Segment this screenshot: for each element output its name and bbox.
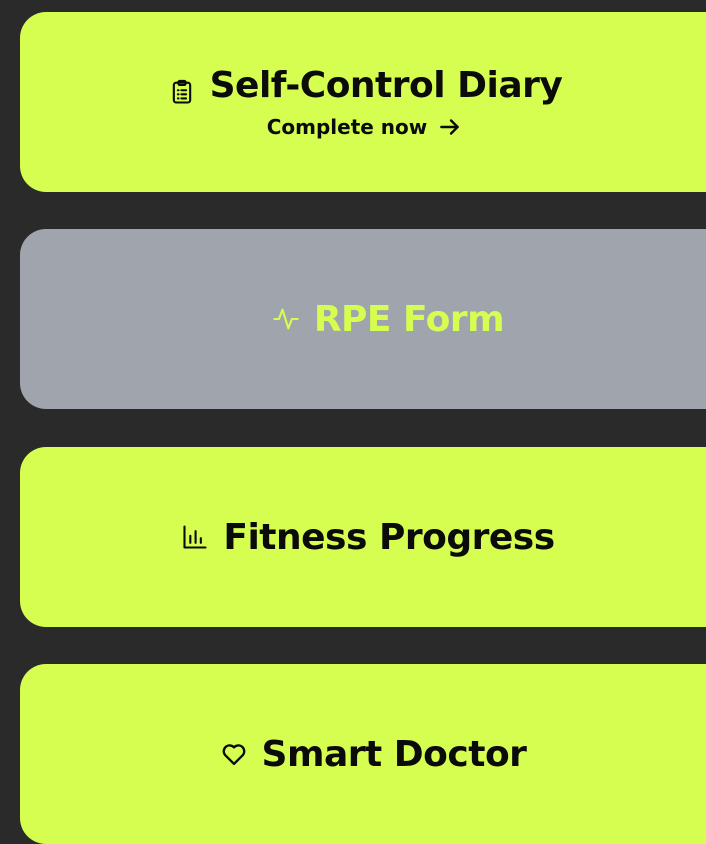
card-title: Smart Doctor <box>261 733 527 775</box>
card-self-control-diary[interactable]: Self-Control Diary Complete now <box>20 12 706 192</box>
activity-pulse-icon <box>272 305 300 333</box>
clipboard-list-icon <box>168 78 196 106</box>
card-title: Self-Control Diary <box>209 64 563 106</box>
card-title: Fitness Progress <box>223 516 555 558</box>
card-smart-doctor[interactable]: Smart Doctor <box>20 664 706 844</box>
card-rpe-form[interactable]: RPE Form <box>20 229 706 409</box>
arrow-right-icon <box>437 114 463 140</box>
heart-icon <box>220 740 248 768</box>
card-title: RPE Form <box>313 298 505 340</box>
card-fitness-progress[interactable]: Fitness Progress <box>20 447 706 627</box>
bar-chart-icon <box>181 523 209 551</box>
complete-now-label: Complete now <box>266 115 428 139</box>
complete-now-link[interactable]: Complete now <box>267 114 464 140</box>
